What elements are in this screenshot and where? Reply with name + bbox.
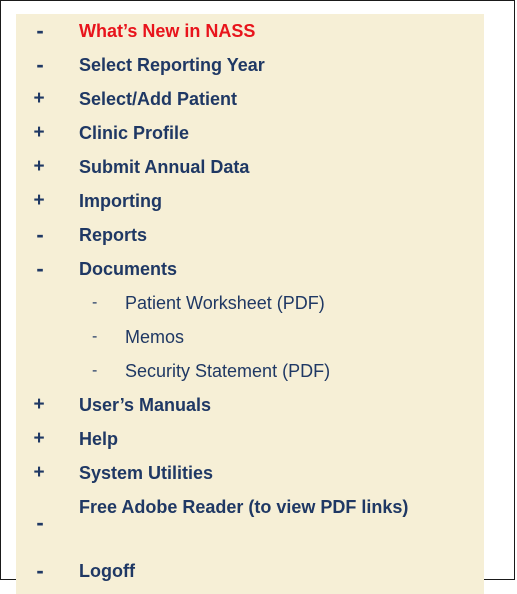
collapse-marker: - [36,52,44,77]
submenu-item-memos[interactable]: - Memos [16,320,484,354]
menu-item-clinic-profile[interactable]: + Clinic Profile [16,116,484,150]
submenu-item-label[interactable]: Patient Worksheet (PDF) [125,286,325,320]
menu-item-whats-new[interactable]: - What’s New in NASS [16,14,484,48]
menu-item-label: Select Reporting Year [79,55,265,75]
navigation-menu-panel: - What’s New in NASS - Select Reporting … [0,0,515,594]
menu-item-label: Submit Annual Data [79,157,250,177]
menu-item-documents[interactable]: - Documents [16,252,484,286]
expand-marker[interactable]: + [29,82,49,116]
submenu-item-label[interactable]: Security Statement (PDF) [125,354,330,388]
menu-item-logoff[interactable]: - Logoff [16,554,484,588]
collapse-marker: - [36,222,44,247]
menu-item-select-reporting-year[interactable]: - Select Reporting Year [16,48,484,82]
bullet-marker: - [92,328,98,345]
expand-marker[interactable]: + [29,388,49,422]
menu-item-label: Logoff [79,561,135,581]
bullet-marker: - [92,362,98,379]
collapse-marker: - [36,510,44,535]
expand-marker[interactable]: + [29,150,49,184]
menu-item-label: User’s Manuals [79,395,212,415]
menu-item-label: Clinic Profile [79,123,190,143]
submenu-item-label[interactable]: Memos [125,320,184,354]
menu-item-label: Free Adobe Reader (to view PDF links) [79,497,409,517]
menu-item-label: System Utilities [79,463,214,483]
menu-item-label: Help [79,429,119,449]
submenu-item-patient-worksheet[interactable]: - Patient Worksheet (PDF) [16,286,484,320]
expand-marker[interactable]: + [29,456,49,490]
menu-item-importing[interactable]: + Importing [16,184,484,218]
bullet-marker: - [92,294,98,311]
collapse-marker: - [36,558,44,583]
collapse-marker[interactable]: - [30,252,50,286]
menu-item-label: What’s New in NASS [79,21,256,41]
menu-item-label: Importing [79,191,162,211]
expand-marker[interactable]: + [29,422,49,456]
menu-item-select-add-patient[interactable]: + Select/Add Patient [16,82,484,116]
expand-marker[interactable]: + [29,184,49,218]
collapse-marker: - [36,18,44,43]
menu-item-label: Select/Add Patient [79,89,238,109]
menu-item-free-adobe-reader[interactable]: - Free Adobe Reader (to view PDF links) [16,490,484,554]
expand-marker[interactable]: + [29,116,49,150]
menu-item-system-utilities[interactable]: + System Utilities [16,456,484,490]
navigation-menu: - What’s New in NASS - Select Reporting … [16,14,484,594]
menu-item-help[interactable]: + Help [16,422,484,456]
menu-item-reports[interactable]: - Reports [16,218,484,252]
menu-item-label: Documents [79,259,178,279]
menu-item-label: Reports [79,225,148,245]
menu-item-submit-annual-data[interactable]: + Submit Annual Data [16,150,484,184]
menu-item-users-manuals[interactable]: + User’s Manuals [16,388,484,422]
submenu-item-security-statement[interactable]: - Security Statement (PDF) [16,354,484,388]
